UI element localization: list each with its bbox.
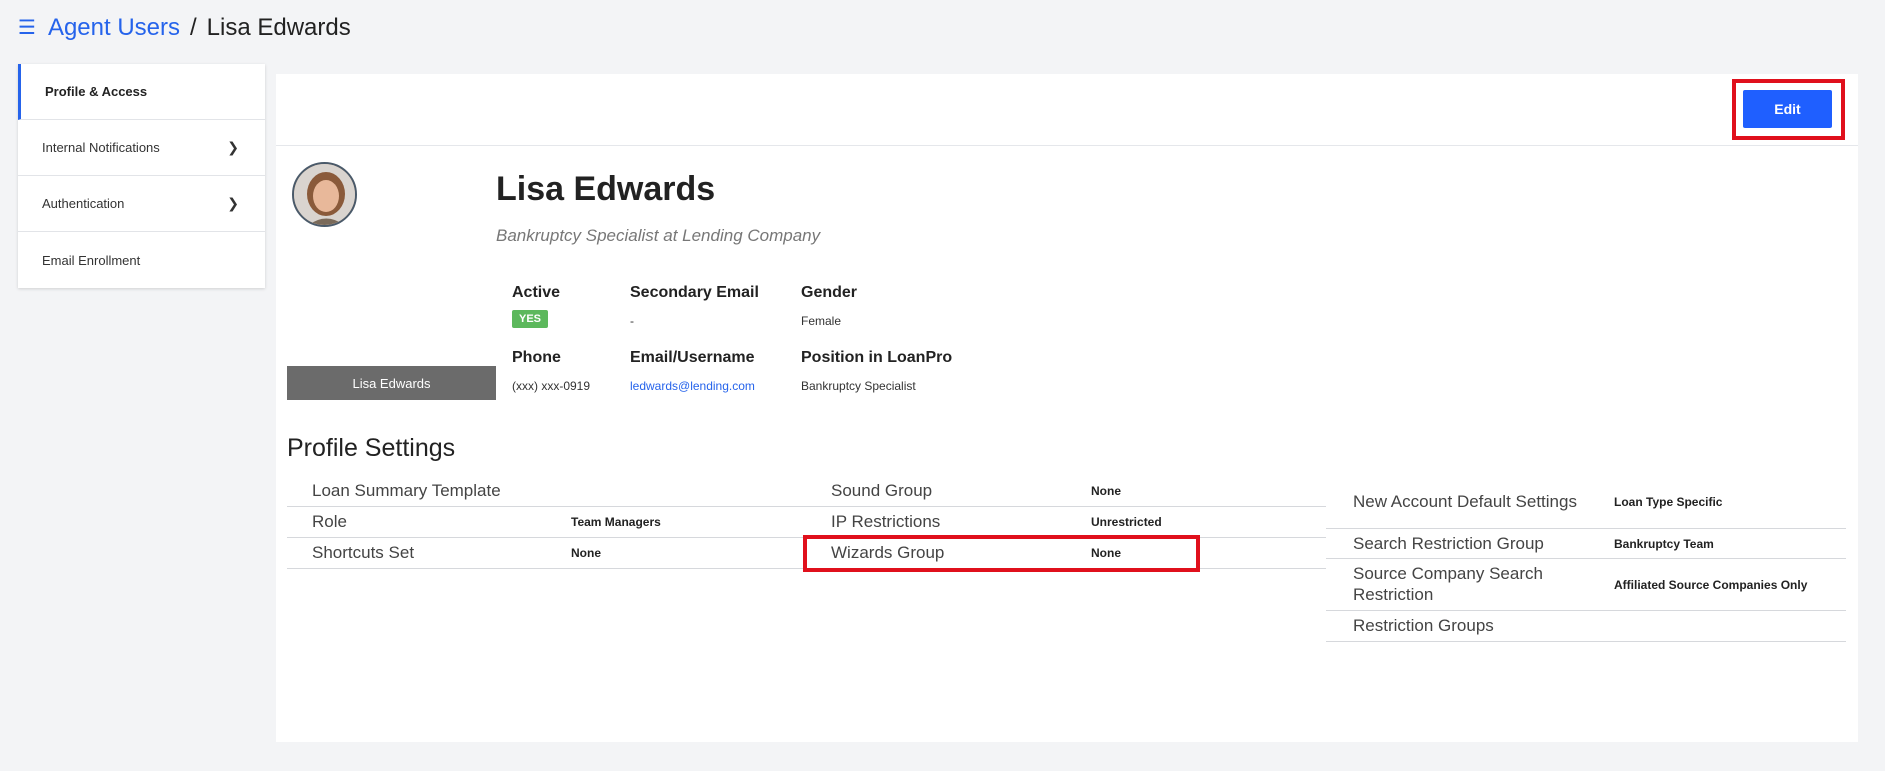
profile-settings-title: Profile Settings — [287, 434, 456, 462]
setting-value: Bankruptcy Team — [1614, 536, 1714, 551]
setting-value: Affiliated Source Companies Only — [1614, 577, 1808, 592]
page-title: Lisa Edwards — [206, 14, 351, 41]
email-link[interactable]: ledwards@lending.com — [630, 379, 755, 393]
position-field: Position in LoanPro Bankruptcy Specialis… — [801, 349, 952, 393]
wizards-group-highlight — [803, 535, 1200, 572]
setting-key: Role — [312, 512, 347, 531]
setting-value: Unrestricted — [1091, 515, 1162, 529]
field-value: Bankruptcy Specialist — [801, 379, 916, 393]
setting-key: New Account Default Settings — [1353, 491, 1577, 511]
sidebar-item-email-enrollment[interactable]: Email Enrollment — [18, 232, 265, 288]
active-field: Active YES — [512, 284, 560, 328]
sidebar-item-label: Profile & Access — [45, 84, 148, 99]
avatar-name-tag: Lisa Edwards — [287, 366, 496, 400]
field-label: Position in LoanPro — [801, 349, 953, 366]
setting-key: Search Restriction Group — [1353, 533, 1544, 553]
setting-value: None — [571, 546, 601, 560]
sidebar-item-label: Authentication — [42, 196, 125, 211]
avatar — [292, 162, 357, 227]
field-label: Email/Username — [630, 349, 755, 366]
profile-panel: Edit Lisa Edwards Lisa Edwards Bankruptc… — [276, 74, 1858, 742]
field-label: Phone — [512, 349, 561, 366]
setting-row: Restriction Groups — [1326, 611, 1846, 642]
field-value: (xxx) xxx-0919 — [512, 379, 591, 393]
sidebar-item-label: Email Enrollment — [42, 252, 141, 268]
field-value: - — [630, 314, 634, 328]
setting-row: Role Team Managers — [287, 507, 807, 538]
field-value: Female — [801, 314, 842, 328]
email-field: Email/Username ledwards@lending.com — [630, 349, 755, 393]
gender-field: Gender Female — [801, 284, 857, 328]
setting-row: Loan Summary Template — [287, 476, 807, 507]
setting-row: Search Restriction Group Bankruptcy Team — [1326, 529, 1846, 559]
setting-key: Sound Group — [831, 481, 933, 500]
setting-key: IP Restrictions — [831, 512, 941, 531]
breadcrumb-agent-users[interactable]: Agent Users — [48, 14, 180, 42]
setting-row: New Account Default Settings Loan Type S… — [1326, 476, 1846, 529]
setting-key: Source Company Search Restriction — [1353, 564, 1543, 604]
field-label: Gender — [801, 284, 858, 301]
phone-field: Phone (xxx) xxx-0919 — [512, 349, 590, 393]
setting-value: Loan Type Specific — [1614, 495, 1723, 509]
field-label: Active — [512, 284, 561, 301]
breadcrumb-separator: / — [190, 14, 197, 41]
edit-button[interactable]: Edit — [1743, 90, 1832, 128]
sidebar-item-authentication[interactable]: Authentication ❯ — [18, 176, 265, 232]
setting-value: None — [1091, 484, 1121, 498]
user-name: Lisa Edwards — [496, 170, 716, 208]
setting-row: Source Company Search Restriction Affili… — [1326, 559, 1846, 611]
status-badge: YES — [512, 310, 549, 328]
sidebar-item-label: Internal Notifications — [42, 140, 160, 155]
setting-value: Team Managers — [571, 515, 661, 529]
hamburger-icon[interactable]: ☰ — [18, 18, 36, 38]
chevron-right-icon: ❯ — [227, 139, 239, 155]
setting-row: IP Restrictions Unrestricted — [807, 507, 1326, 538]
chevron-right-icon: ❯ — [227, 195, 239, 211]
sidebar-item-internal-notifications[interactable]: Internal Notifications ❯ — [18, 120, 265, 176]
setting-row: Sound Group None — [807, 476, 1326, 507]
setting-row: Shortcuts Set None — [287, 538, 807, 569]
panel-toolbar: Edit — [276, 74, 1858, 146]
sidebar-item-profile-access[interactable]: Profile & Access — [18, 64, 265, 120]
sidebar: Profile & Access Internal Notifications … — [18, 64, 265, 288]
field-label: Secondary Email — [630, 284, 759, 301]
secondary-email-field: Secondary Email - — [630, 284, 759, 328]
setting-key: Loan Summary Template — [312, 481, 501, 500]
user-job-title: Bankruptcy Specialist at Lending Company — [496, 226, 821, 245]
setting-key: Restriction Groups — [1353, 616, 1494, 635]
setting-key: Shortcuts Set — [312, 543, 415, 562]
breadcrumb: ☰ Agent Users / Lisa Edwards — [18, 12, 351, 44]
